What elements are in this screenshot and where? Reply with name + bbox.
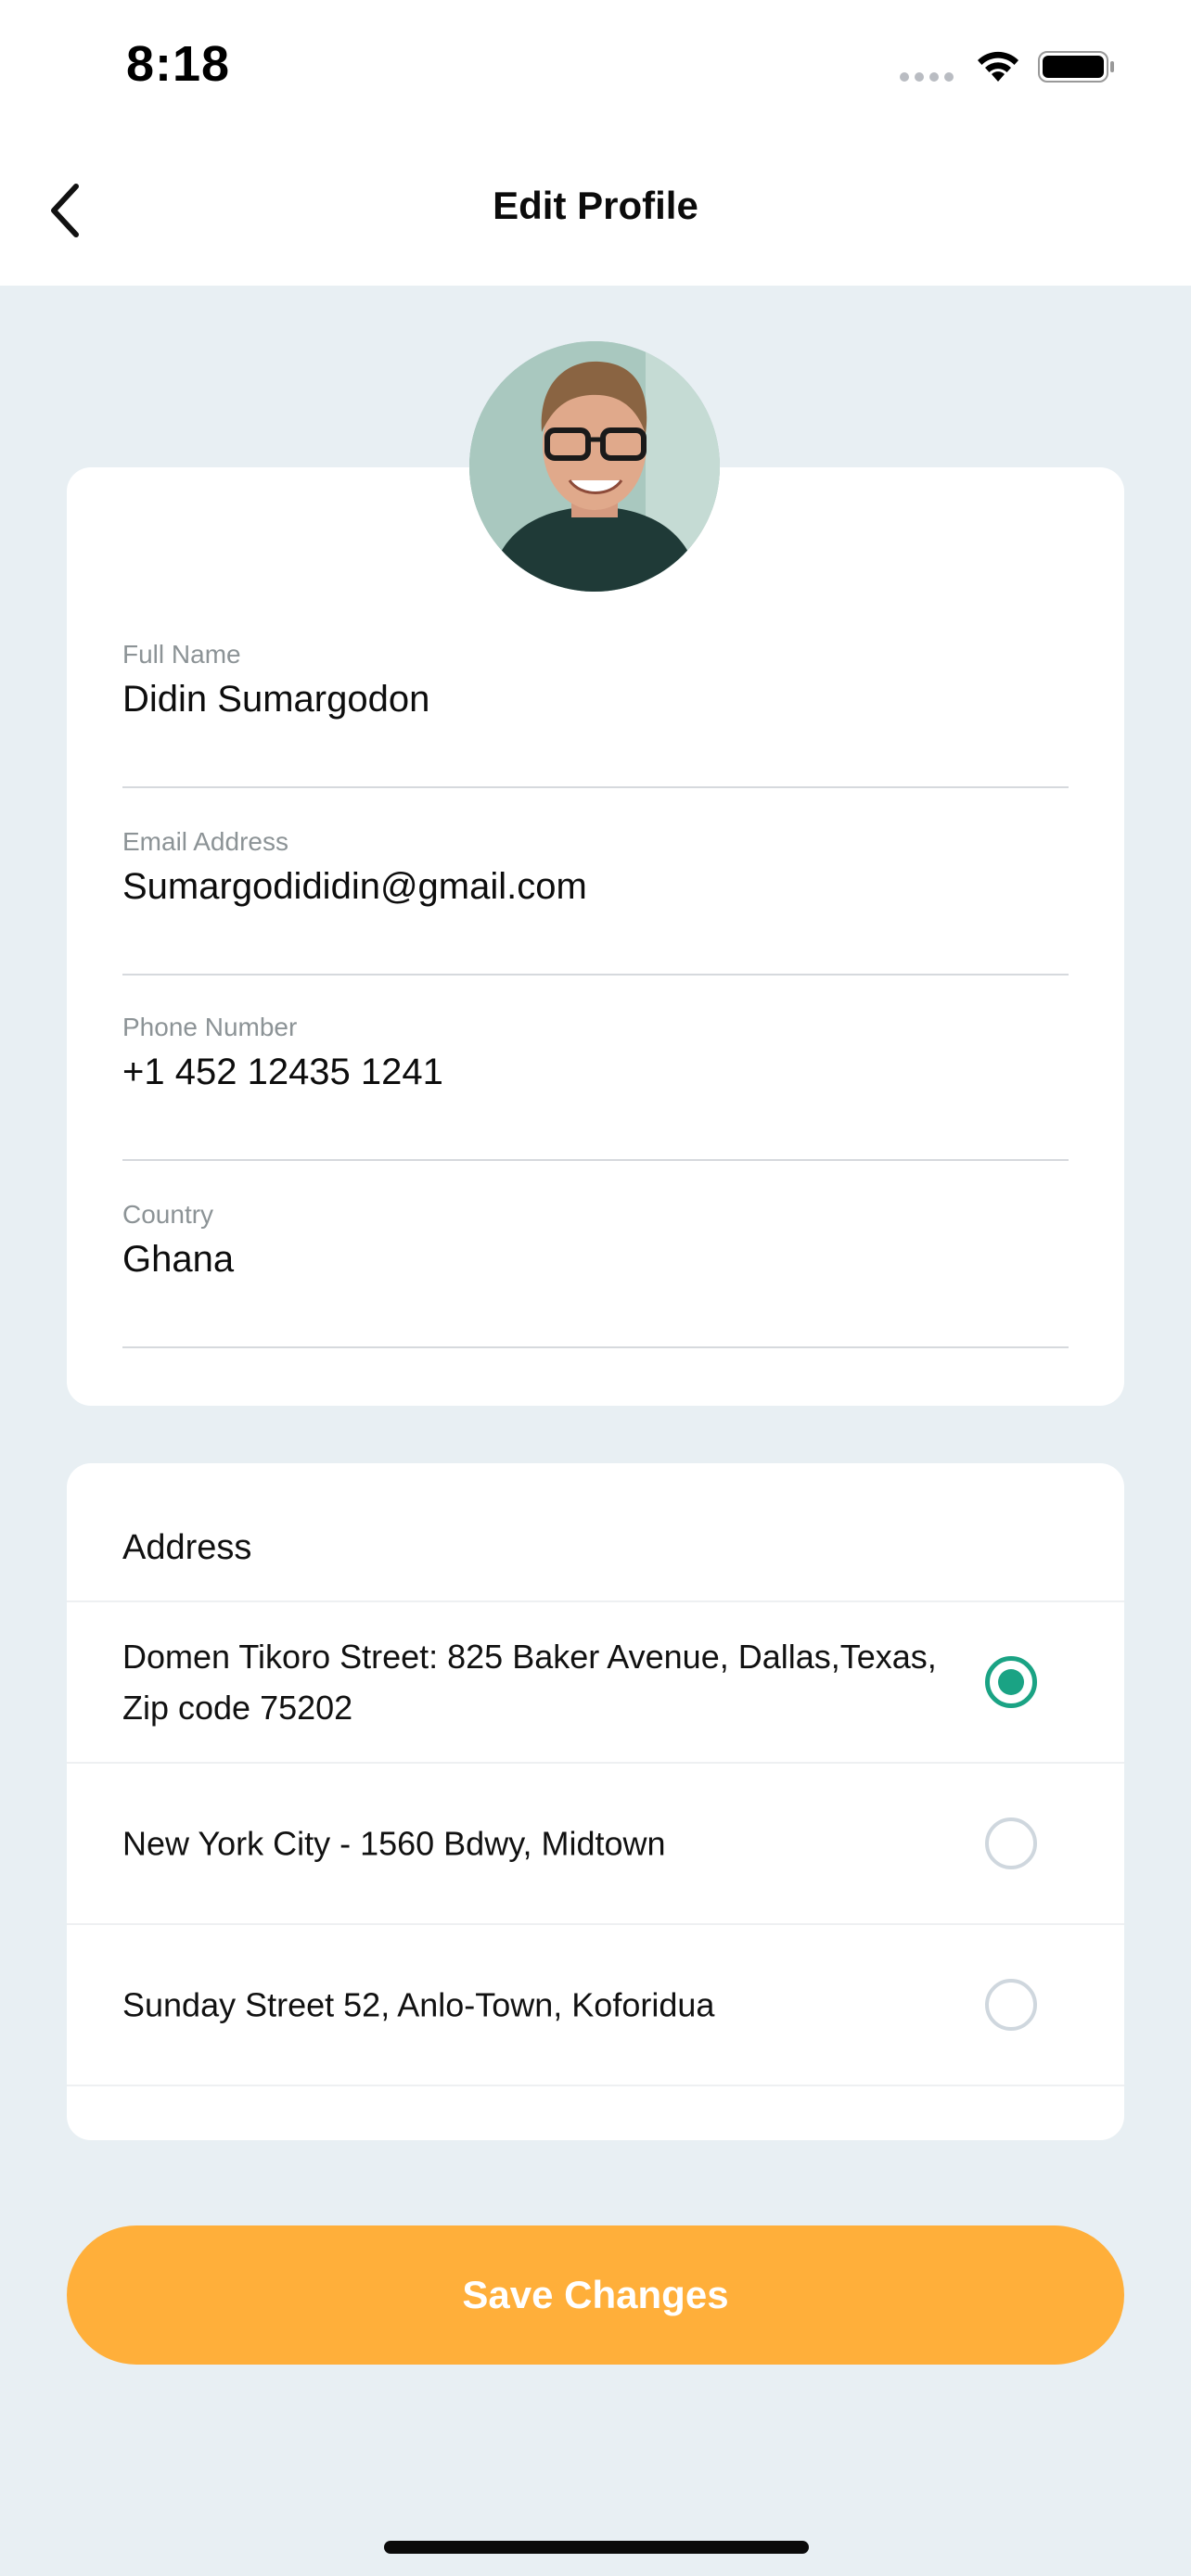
battery-icon: [1038, 51, 1114, 83]
country-field[interactable]: Country Ghana: [122, 1200, 1069, 1348]
field-value[interactable]: Didin Sumargodon: [122, 679, 429, 721]
nav-bar: Edit Profile: [0, 139, 1191, 286]
address-text: New York City - 1560 Bdwy, Midtown: [122, 1824, 666, 1863]
address-list-end: [67, 2085, 1124, 2140]
field-value[interactable]: Sumargodididin@gmail.com: [122, 866, 587, 908]
radio-unselected[interactable]: [985, 1979, 1037, 2031]
field-label: Phone Number: [122, 1013, 298, 1041]
address-title: Address: [122, 1528, 252, 1567]
address-option[interactable]: Domen Tikoro Street: 825 Baker Avenue, D…: [67, 1600, 1124, 1762]
email-field[interactable]: Email Address Sumargodididin@gmail.com: [122, 827, 1069, 976]
phone-field[interactable]: Phone Number +1 452 12435 1241: [122, 1013, 1069, 1161]
full-name-field[interactable]: Full Name Didin Sumargodon: [122, 640, 1069, 788]
save-changes-button[interactable]: Save Changes: [67, 2225, 1124, 2365]
address-card: Address Domen Tikoro Street: 825 Baker A…: [67, 1463, 1124, 2140]
address-option[interactable]: New York City - 1560 Bdwy, Midtown: [67, 1762, 1124, 1923]
radio-selected[interactable]: [985, 1656, 1037, 1708]
status-time: 8:18: [126, 36, 231, 92]
address-text: Domen Tikoro Street: 825 Baker Avenue, D…: [122, 1638, 937, 1727]
wifi-icon: [978, 51, 1018, 82]
address-text: Sunday Street 52, Anlo-Town, Koforidua: [122, 1985, 715, 2024]
cellular-signal-icon: [900, 72, 954, 82]
avatar[interactable]: [469, 341, 720, 592]
status-bar: 8:18: [0, 0, 1191, 139]
field-label: Country: [122, 1200, 214, 1229]
field-value[interactable]: +1 452 12435 1241: [122, 1052, 443, 1093]
field-label: Full Name: [122, 640, 241, 669]
profile-card: Full Name Didin Sumargodon Email Address…: [67, 467, 1124, 1406]
field-value[interactable]: Ghana: [122, 1239, 234, 1281]
address-option[interactable]: Sunday Street 52, Anlo-Town, Koforidua: [67, 1923, 1124, 2085]
page-title: Edit Profile: [493, 184, 698, 227]
radio-unselected[interactable]: [985, 1817, 1037, 1869]
home-indicator: [384, 2541, 809, 2554]
avatar-image: [469, 341, 720, 592]
field-label: Email Address: [122, 827, 288, 856]
